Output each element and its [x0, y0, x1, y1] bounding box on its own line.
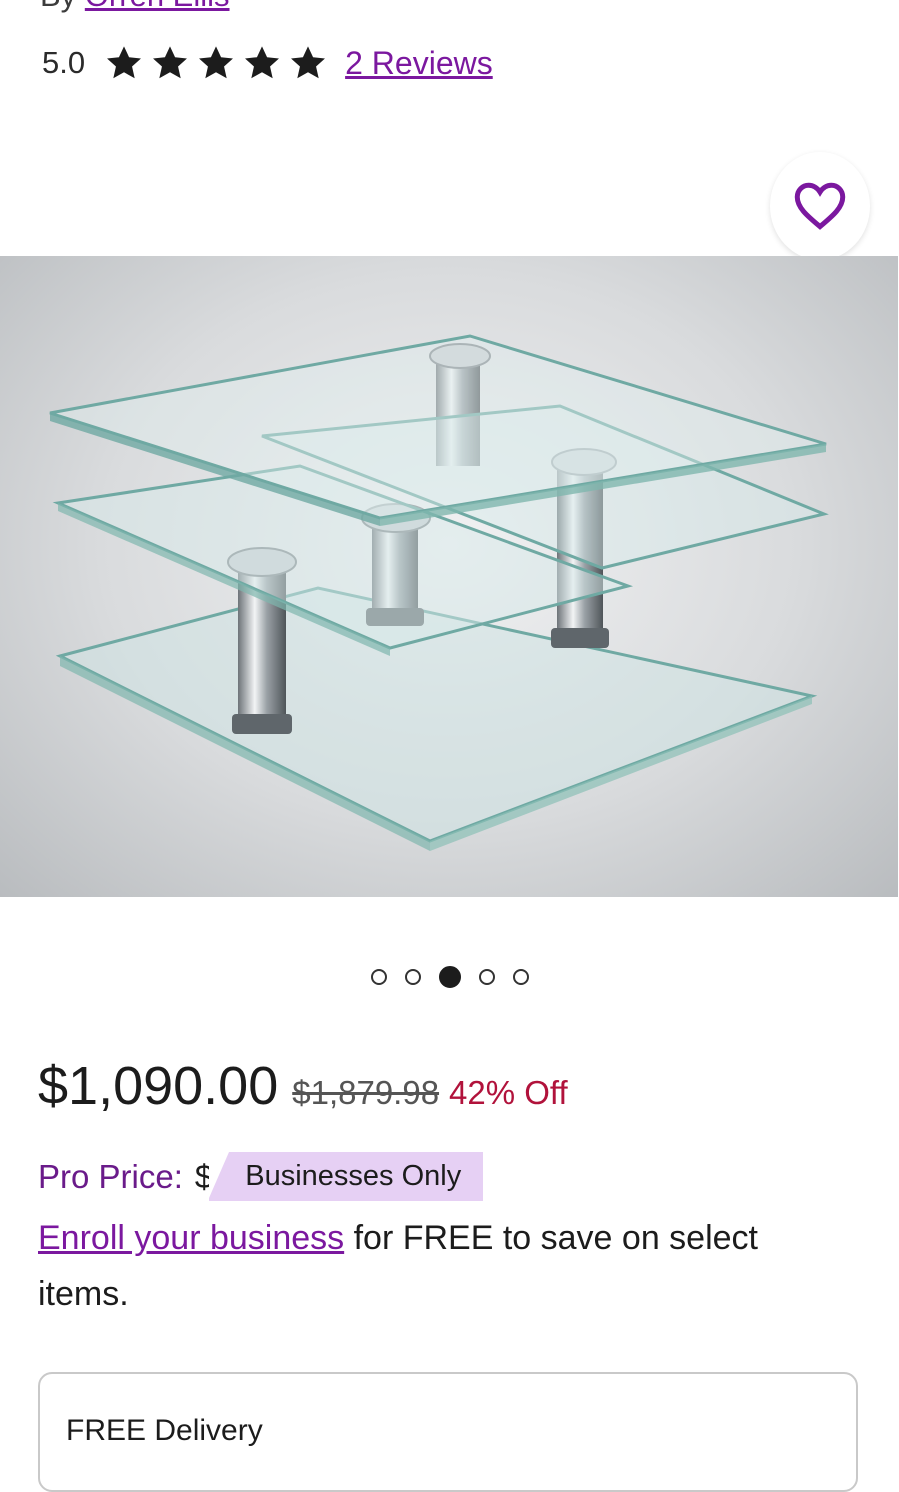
pagination-dot[interactable]: [512, 969, 529, 985]
delivery-option-card[interactable]: FREE Delivery: [38, 1372, 858, 1492]
star-icon: [245, 46, 280, 79]
pagination-dot[interactable]: [404, 969, 421, 985]
product-image[interactable]: [0, 256, 898, 897]
current-price: $1,090.00: [38, 1056, 279, 1116]
favorite-button[interactable]: [770, 152, 870, 260]
pro-price-row: Pro Price: $ Businesses Only: [38, 1152, 484, 1201]
enroll-business-link[interactable]: Enroll your business: [38, 1219, 344, 1257]
star-icon: [107, 46, 142, 79]
pro-price-label: Pro Price:: [38, 1157, 183, 1195]
star-rating: [103, 42, 329, 84]
enroll-message: Enroll your business for FREE to save on…: [38, 1210, 838, 1322]
rating-row: 5.0 2 Reviews: [42, 40, 493, 86]
star-icon: [153, 46, 188, 79]
image-pagination: [0, 966, 899, 988]
heart-icon: [794, 182, 846, 230]
brand-byline: By Orren Ellis: [40, 0, 230, 14]
original-price: $1,879.98: [292, 1074, 440, 1111]
businesses-only-badge: Businesses Only: [209, 1152, 484, 1201]
star-icon: [291, 46, 326, 79]
delivery-label: FREE Delivery: [66, 1414, 263, 1447]
star-icon: [199, 46, 234, 79]
reviews-link[interactable]: 2 Reviews: [345, 45, 493, 82]
pagination-dot-active[interactable]: [438, 966, 461, 988]
pagination-dot[interactable]: [478, 969, 495, 985]
byline-prefix: By: [40, 0, 76, 13]
glass-table-image: [49, 334, 829, 851]
rating-value: 5.0: [42, 45, 86, 80]
price-row: $1,090.00 $1,879.98 42% Off: [38, 1055, 568, 1117]
discount-label: 42% Off: [449, 1074, 568, 1111]
brand-link[interactable]: Orren Ellis: [85, 0, 230, 13]
pagination-dot[interactable]: [370, 969, 387, 985]
